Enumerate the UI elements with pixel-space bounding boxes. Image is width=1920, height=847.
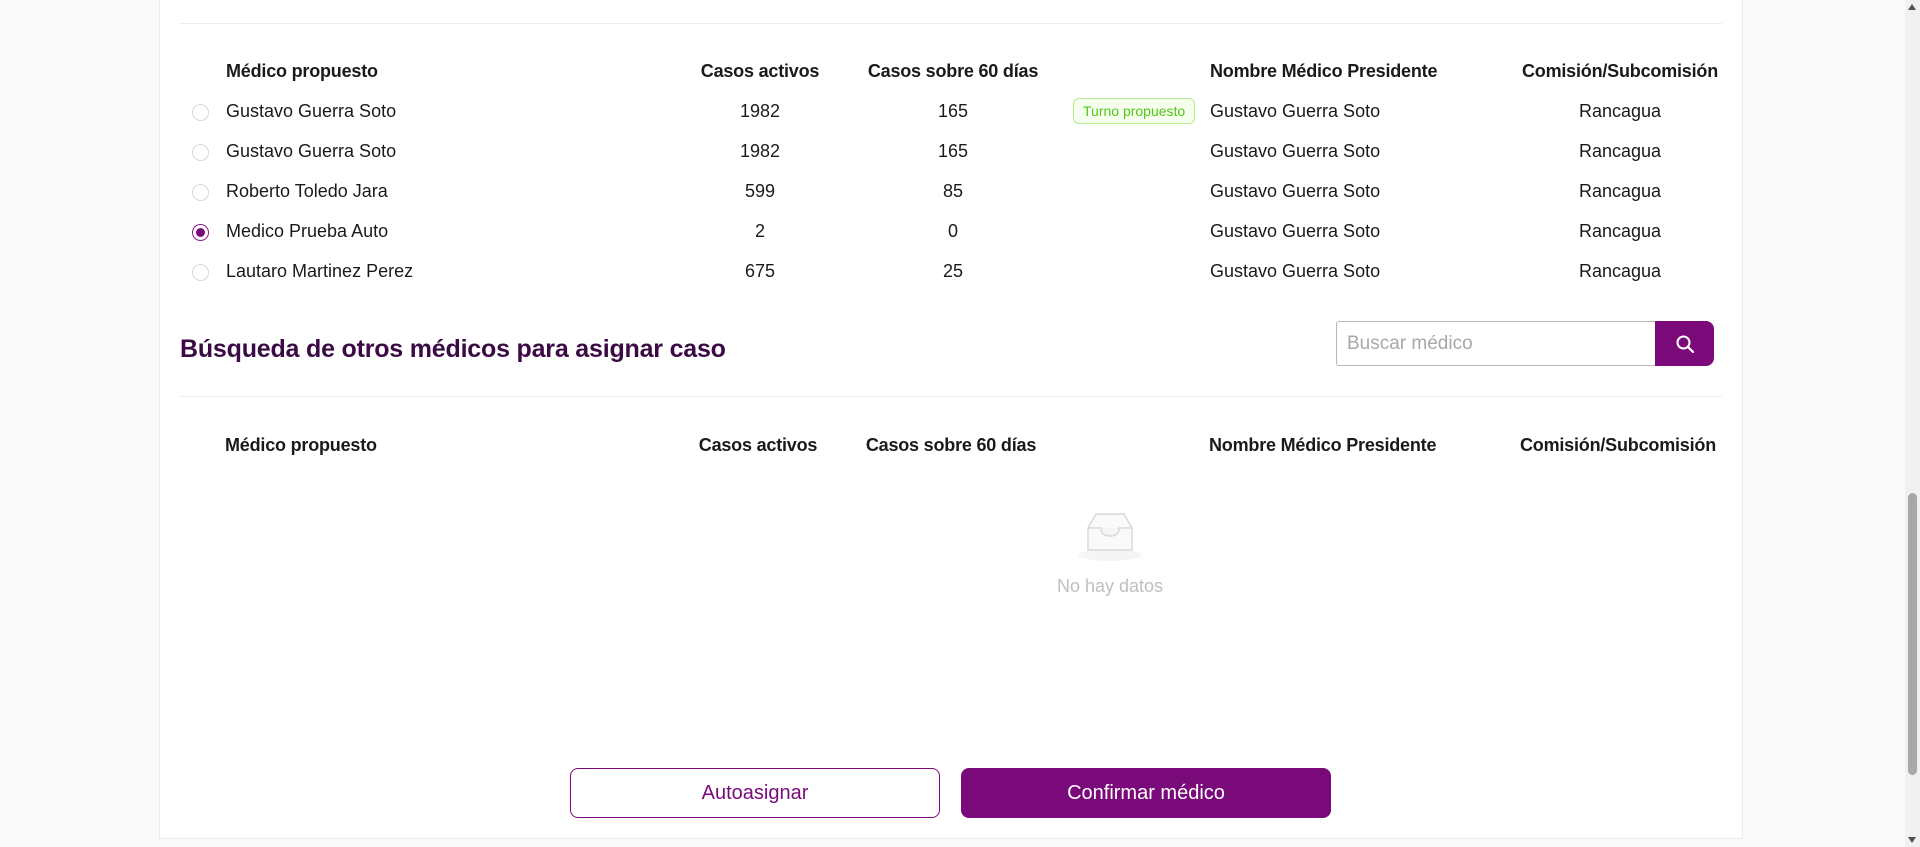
turno-propuesto-badge: Turno propuesto xyxy=(1073,98,1196,124)
search-icon xyxy=(1676,335,1694,353)
cell-active-cases: 2 xyxy=(754,220,765,241)
row-radio[interactable] xyxy=(192,264,209,281)
table-row[interactable]: Gustavo Guerra Soto 1982 165 Gustavo Gue… xyxy=(180,131,1724,171)
page-scrollbar[interactable] xyxy=(1905,0,1920,847)
table-header: Médico propuesto Casos activos Casos sob… xyxy=(180,425,1724,465)
confirm-doctor-button[interactable]: Confirmar médico xyxy=(961,768,1331,818)
table-row[interactable]: Lautaro Martinez Perez 675 25 Gustavo Gu… xyxy=(180,251,1724,291)
row-radio[interactable] xyxy=(192,184,209,201)
cell-president: Gustavo Guerra Soto xyxy=(1210,260,1381,281)
doctor-search xyxy=(1336,321,1714,366)
cell-active-cases: 1982 xyxy=(739,140,781,161)
cell-doctor-name: Gustavo Guerra Soto xyxy=(226,140,397,161)
table-row[interactable]: Roberto Toledo Jara 599 85 Gustavo Guerr… xyxy=(180,171,1724,211)
cell-active-cases: 599 xyxy=(744,180,776,201)
cell-over60-cases: 0 xyxy=(947,220,958,241)
cell-active-cases: 675 xyxy=(744,260,776,281)
cell-commission: Rancagua xyxy=(1578,220,1662,241)
cell-over60-cases: 165 xyxy=(937,100,969,121)
col-header-commission: Comisión/Subcomisión xyxy=(1521,60,1718,81)
search-input[interactable] xyxy=(1336,321,1655,366)
assign-card: Médico propuesto Casos activos Casos sob… xyxy=(159,0,1743,839)
scroll-down-arrow-icon[interactable] xyxy=(1908,837,1916,843)
col-header-active: Casos activos xyxy=(700,60,820,81)
cell-over60-cases: 25 xyxy=(942,260,964,281)
search-section-title: Búsqueda de otros médicos para asignar c… xyxy=(180,335,726,363)
search-button[interactable] xyxy=(1655,321,1714,366)
table-row[interactable]: Medico Prueba Auto 2 0 Gustavo Guerra So… xyxy=(180,211,1724,251)
autoassign-button[interactable]: Autoasignar xyxy=(570,768,940,818)
col-header-name: Médico propuesto xyxy=(225,434,377,455)
cell-doctor-name: Medico Prueba Auto xyxy=(226,220,389,241)
cell-doctor-name: Roberto Toledo Jara xyxy=(226,180,388,201)
table-header: Médico propuesto Casos activos Casos sob… xyxy=(180,51,1724,91)
cell-commission: Rancagua xyxy=(1578,260,1662,281)
row-radio[interactable] xyxy=(192,104,209,121)
cell-doctor-name: Lautaro Martinez Perez xyxy=(226,260,414,281)
row-radio[interactable] xyxy=(192,144,209,161)
col-header-over60: Casos sobre 60 días xyxy=(867,60,1039,81)
top-divider xyxy=(180,23,1722,24)
scroll-up-arrow-icon[interactable] xyxy=(1908,4,1916,10)
cell-president: Gustavo Guerra Soto xyxy=(1210,220,1381,241)
cell-commission: Rancagua xyxy=(1578,140,1662,161)
cell-over60-cases: 85 xyxy=(942,180,964,201)
empty-state-text: No hay datos xyxy=(1056,576,1164,596)
cell-commission: Rancagua xyxy=(1578,180,1662,201)
empty-state: No hay datos xyxy=(990,510,1230,597)
cell-doctor-name: Gustavo Guerra Soto xyxy=(226,100,397,121)
other-doctors-table: Médico propuesto Casos activos Casos sob… xyxy=(180,425,1724,465)
turno-badge-cell: Turno propuesto xyxy=(1073,91,1196,131)
inbox-icon xyxy=(1078,513,1142,561)
search-divider xyxy=(180,396,1722,397)
col-header-over60: Casos sobre 60 días xyxy=(865,434,1037,455)
cell-commission: Rancagua xyxy=(1578,100,1662,121)
col-header-president: Nombre Médico Presidente xyxy=(1209,434,1437,455)
col-header-name: Médico propuesto xyxy=(226,60,378,81)
col-header-president: Nombre Médico Presidente xyxy=(1210,60,1438,81)
cell-president: Gustavo Guerra Soto xyxy=(1210,180,1381,201)
cell-over60-cases: 165 xyxy=(937,140,969,161)
scrollbar-thumb[interactable] xyxy=(1908,493,1917,775)
col-header-active: Casos activos xyxy=(698,434,818,455)
col-header-commission: Comisión/Subcomisión xyxy=(1519,434,1716,455)
table-row[interactable]: Gustavo Guerra Soto 1982 165 Turno propu… xyxy=(180,91,1724,131)
cell-president: Gustavo Guerra Soto xyxy=(1210,140,1381,161)
cell-active-cases: 1982 xyxy=(739,100,781,121)
row-radio-selected[interactable] xyxy=(192,224,209,241)
cell-president: Gustavo Guerra Soto xyxy=(1210,100,1381,121)
proposed-doctors-table: Médico propuesto Casos activos Casos sob… xyxy=(180,51,1724,291)
